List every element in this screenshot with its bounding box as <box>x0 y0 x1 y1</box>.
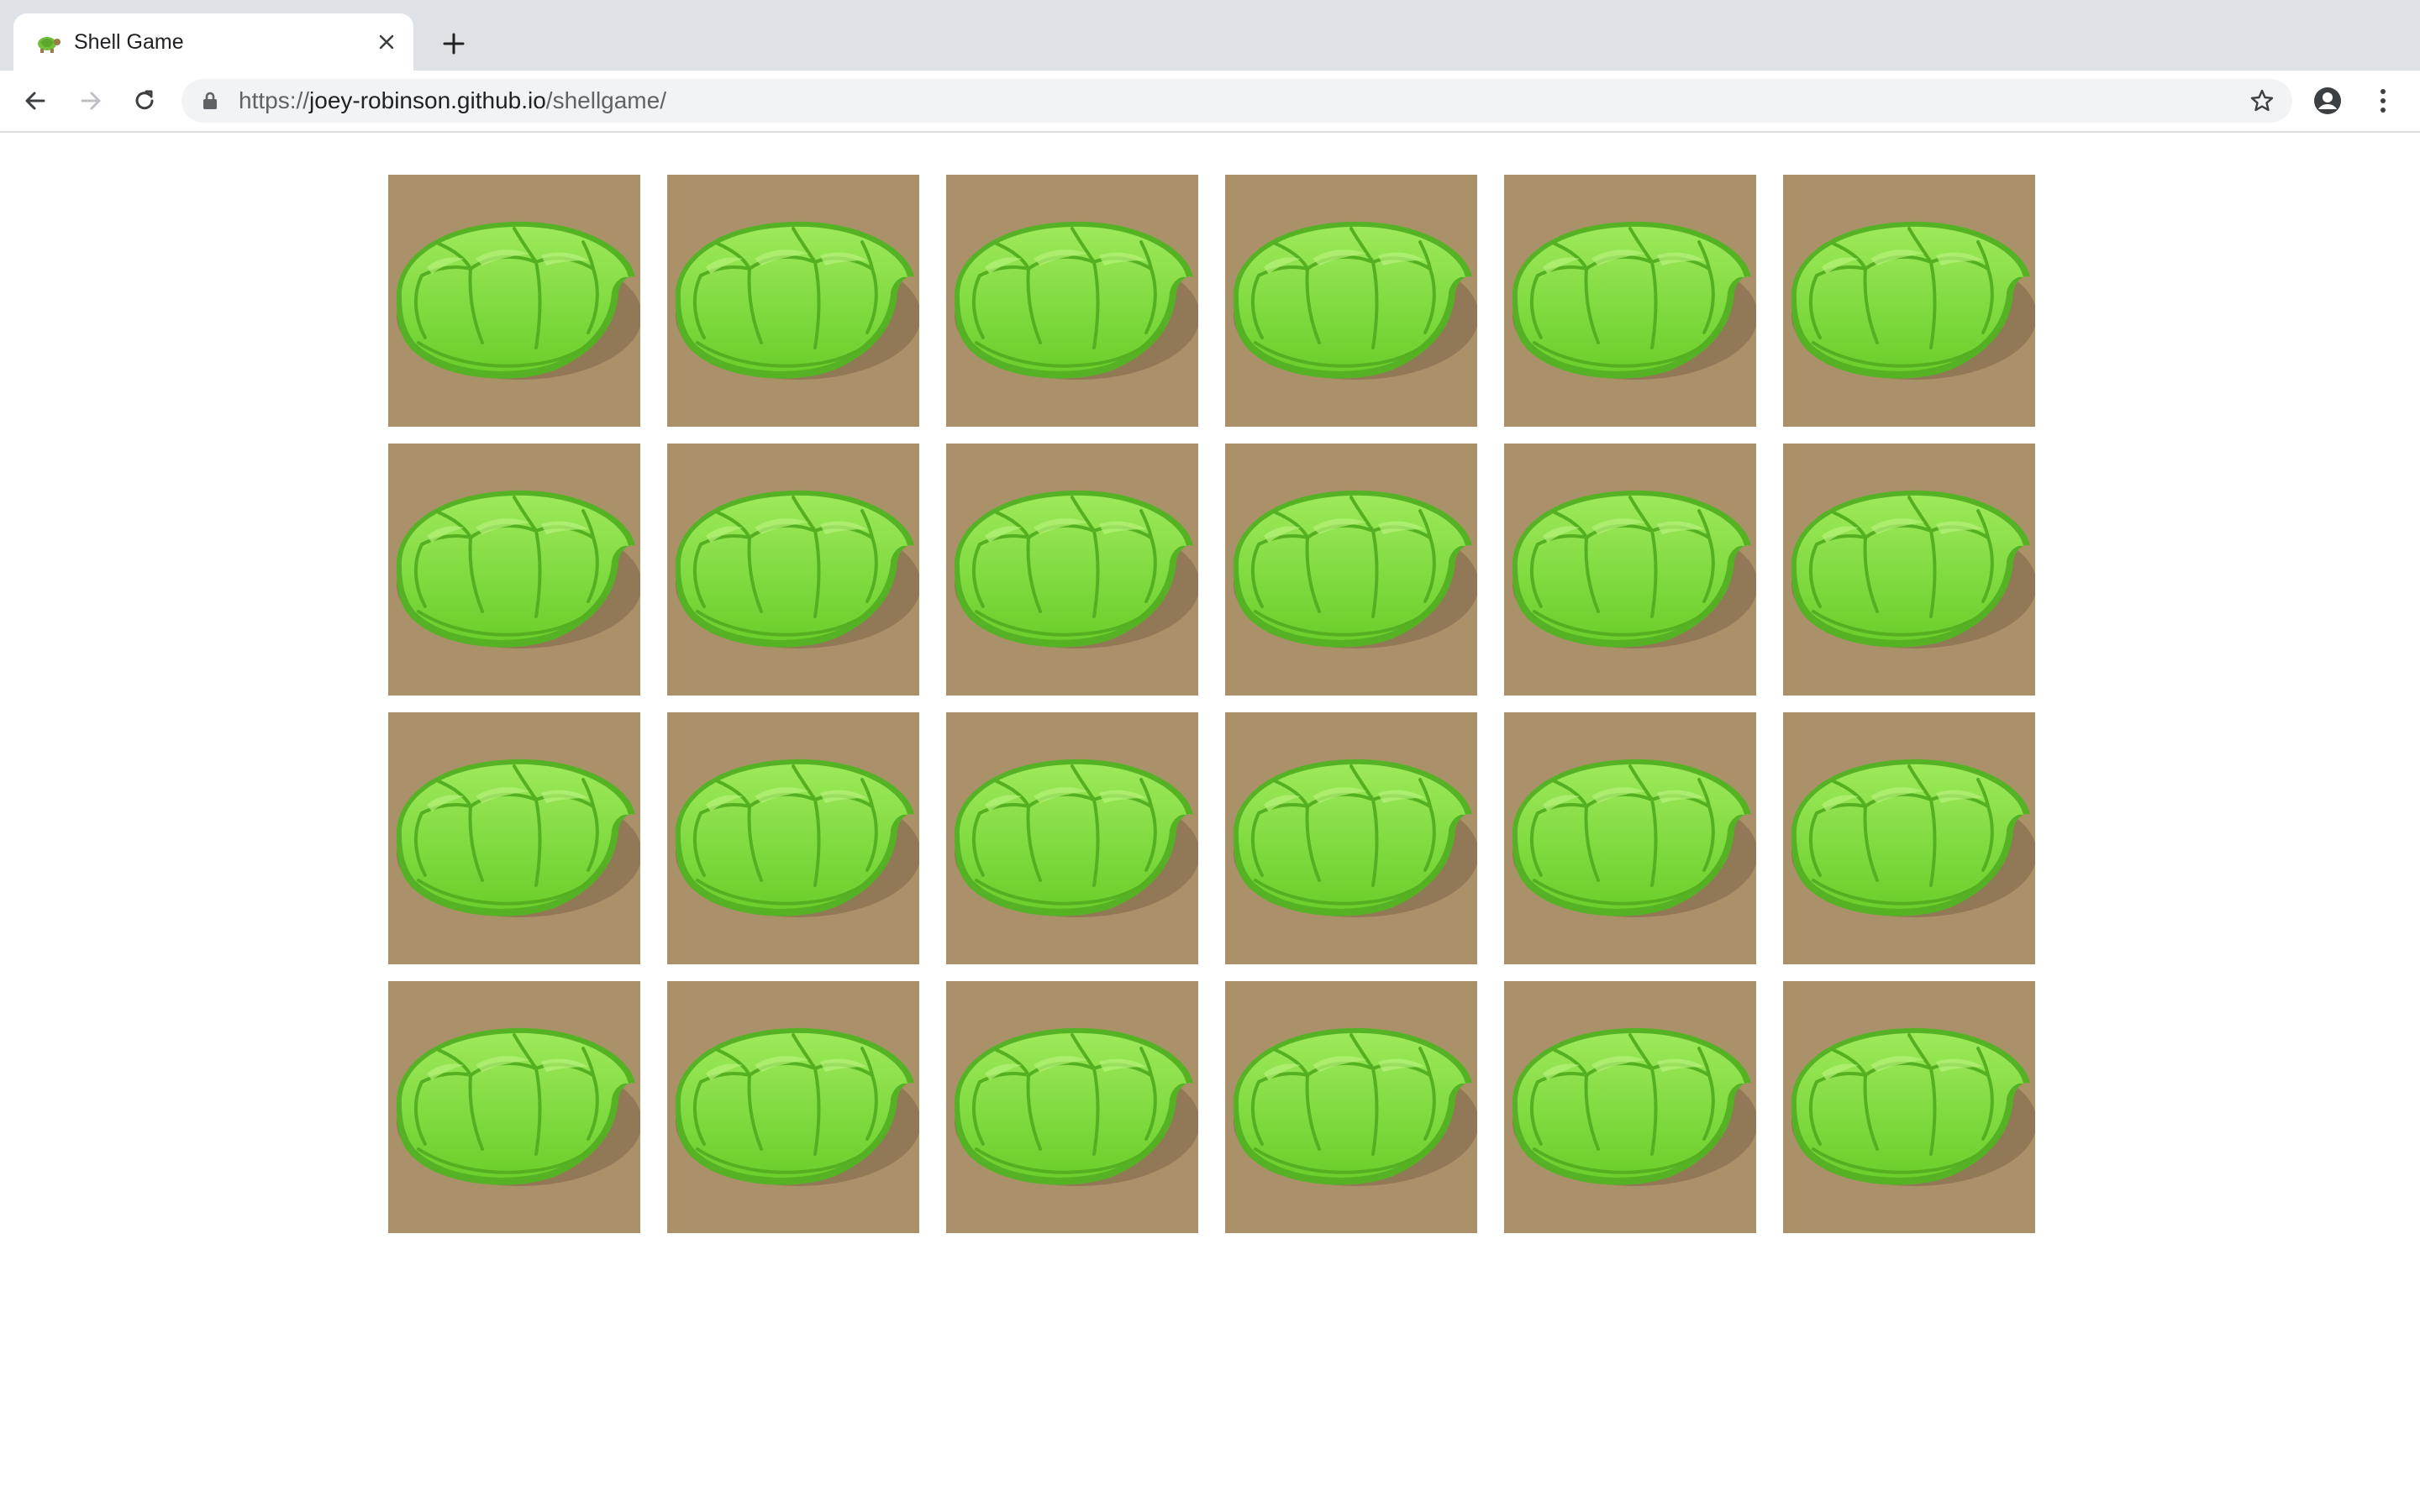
back-button[interactable] <box>17 82 54 119</box>
profile-button[interactable] <box>2309 82 2346 119</box>
game-tile[interactable] <box>1225 712 1477 964</box>
game-tile[interactable] <box>1504 444 1756 696</box>
game-tile[interactable] <box>946 712 1198 964</box>
turtle-shell-icon <box>1789 488 2035 650</box>
browser-tab[interactable]: Shell Game <box>13 13 413 71</box>
reload-button[interactable] <box>126 82 163 119</box>
turtle-shell-icon <box>1789 1026 2035 1188</box>
close-icon[interactable] <box>371 27 402 57</box>
new-tab-button[interactable] <box>435 25 472 62</box>
reload-icon <box>135 90 154 110</box>
game-tile[interactable] <box>946 981 1198 1233</box>
game-tile[interactable] <box>388 712 640 964</box>
game-tile[interactable] <box>388 981 640 1233</box>
turtle-shell-icon <box>394 1026 640 1188</box>
url-host: joey-robinson.github.io <box>309 87 546 113</box>
turtle-icon <box>38 37 60 53</box>
game-tile[interactable] <box>1783 712 2035 964</box>
tab-strip: Shell Game <box>0 0 2420 71</box>
game-tile[interactable] <box>667 175 919 427</box>
address-bar[interactable]: https://joey-robinson.github.io/shellgam… <box>182 79 2292 123</box>
url-path: /shellgame/ <box>545 87 666 113</box>
game-tile[interactable] <box>1783 175 2035 427</box>
turtle-shell-icon <box>1231 1026 1477 1188</box>
turtle-shell-icon <box>1789 219 2035 381</box>
turtle-shell-icon <box>673 1026 919 1188</box>
turtle-shell-icon <box>394 757 640 919</box>
turtle-shell-icon <box>952 488 1198 650</box>
turtle-shell-icon <box>1231 219 1477 381</box>
lock-icon <box>203 92 217 109</box>
turtle-shell-icon <box>952 757 1198 919</box>
turtle-shell-icon <box>1510 219 1756 381</box>
game-tile[interactable] <box>667 444 919 696</box>
turtle-shell-icon <box>394 488 640 650</box>
game-tile[interactable] <box>1783 981 2035 1233</box>
game-tile[interactable] <box>1783 444 2035 696</box>
turtle-shell-icon <box>673 219 919 381</box>
game-tile[interactable] <box>1504 175 1756 427</box>
turtle-shell-icon <box>1789 757 2035 919</box>
game-tile[interactable] <box>1504 712 1756 964</box>
turtle-shell-icon <box>1510 1026 1756 1188</box>
game-tile[interactable] <box>667 981 919 1233</box>
game-tile[interactable] <box>388 175 640 427</box>
plus-icon <box>443 33 465 55</box>
turtle-shell-icon <box>1231 488 1477 650</box>
url-text: https://joey-robinson.github.io/shellgam… <box>239 79 666 123</box>
turtle-shell-icon <box>952 1026 1198 1188</box>
forward-button[interactable] <box>72 82 109 119</box>
browser-toolbar: https://joey-robinson.github.io/shellgam… <box>0 71 2420 133</box>
back-arrow-icon <box>25 92 45 110</box>
bookmark-star-icon[interactable] <box>2249 87 2275 114</box>
turtle-shell-icon <box>394 219 640 381</box>
game-tile[interactable] <box>667 712 919 964</box>
account-circle-icon <box>2314 87 2341 114</box>
game-tile[interactable] <box>1225 175 1477 427</box>
game-tile[interactable] <box>946 444 1198 696</box>
game-tile[interactable] <box>388 444 640 696</box>
more-vert-icon <box>2381 89 2386 113</box>
turtle-shell-icon <box>673 757 919 919</box>
browser-menu-button[interactable] <box>2365 82 2402 119</box>
game-board <box>388 175 2035 1233</box>
game-tile[interactable] <box>1504 981 1756 1233</box>
turtle-shell-icon <box>1510 757 1756 919</box>
forward-arrow-icon <box>81 92 101 110</box>
tab-title: Shell Game <box>74 30 184 54</box>
turtle-shell-icon <box>1510 488 1756 650</box>
game-tile[interactable] <box>946 175 1198 427</box>
turtle-shell-icon <box>1231 757 1477 919</box>
turtle-shell-icon <box>952 219 1198 381</box>
game-tile[interactable] <box>1225 444 1477 696</box>
url-scheme: https:// <box>239 87 310 113</box>
turtle-shell-icon <box>673 488 919 650</box>
game-tile[interactable] <box>1225 981 1477 1233</box>
